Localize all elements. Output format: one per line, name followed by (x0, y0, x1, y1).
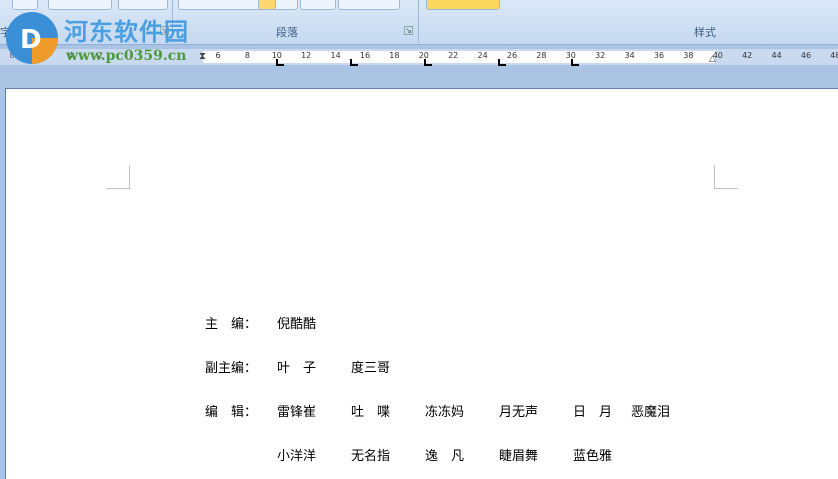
styles-group-label: 样式 (694, 26, 716, 39)
tab-stop-icon[interactable] (424, 59, 432, 66)
watermark-logo: D (0, 8, 64, 76)
contributor-name: 恶魔泪 (631, 405, 671, 420)
paragraph-dialog-launcher-icon[interactable]: ↘ (404, 26, 413, 35)
ruler-number: 48 (830, 51, 838, 60)
ruler-number: 22 (448, 51, 459, 60)
ruler-number: 36 (653, 51, 665, 60)
role-label: 主 编： (205, 317, 258, 332)
line-spacing-button[interactable] (300, 0, 336, 10)
ruler-number: 18 (389, 51, 400, 60)
contributor-name: 无名指 (351, 449, 391, 464)
indent-marker-icon[interactable]: ⧗ (199, 49, 207, 65)
ruler-number: 46 (800, 51, 812, 60)
watermark-url: www.pc0359.cn (66, 48, 187, 64)
ruler-number: 32 (595, 51, 606, 60)
paragraph-group: 段落 ↘ (172, 0, 419, 43)
shading-border-button[interactable] (338, 0, 400, 10)
ruler-number: 28 (536, 51, 547, 60)
role-label: 编 辑： (205, 405, 258, 420)
tab-stop-icon[interactable] (498, 59, 506, 66)
svg-text:D: D (20, 25, 42, 55)
ruler-number: 26 (506, 51, 518, 60)
ruler-number: 34 (624, 51, 635, 60)
ruler-number: 16 (359, 51, 371, 60)
contributor-name: 逸 凡 (425, 449, 465, 464)
contributor-name: 日 月 (573, 405, 613, 420)
font-effects-button[interactable] (118, 0, 168, 10)
contributor-name: 小洋洋 (277, 449, 317, 464)
contributor-name: 度三哥 (351, 361, 391, 376)
justify-button[interactable] (258, 0, 276, 10)
tab-stop-icon[interactable] (571, 59, 579, 66)
ruler-number: 14 (330, 51, 341, 60)
ruler-number: 8 (244, 51, 250, 60)
contributor-name: 吐 喋 (351, 405, 391, 420)
watermark-title: 河东软件园 (64, 18, 189, 46)
ruler-number: 44 (771, 51, 782, 60)
ruler-number: 42 (742, 51, 753, 60)
tab-stop-icon[interactable] (350, 59, 358, 66)
ruler-number: 6 (215, 51, 221, 60)
role-label: 副主编： (205, 361, 258, 376)
ruler-number: 24 (477, 51, 488, 60)
tab-stop-icon[interactable] (276, 59, 284, 66)
margin-corner-mark-left (106, 165, 130, 189)
contributor-name: 睫眉舞 (499, 449, 539, 464)
contributor-name: 雷锋崔 (277, 405, 317, 420)
contributor-name: 倪酷酷 (277, 317, 317, 332)
alignment-buttons[interactable] (178, 0, 298, 10)
contributor-name: 月无声 (499, 405, 539, 420)
style-normal-button[interactable] (426, 0, 500, 10)
contributor-name: 冻冻妈 (425, 405, 465, 420)
contributor-name: 叶 子 (277, 361, 317, 376)
styles-group: 样式 (420, 0, 838, 43)
ruler-number: 12 (301, 51, 312, 60)
document-page[interactable]: 主 编： 倪酷酷副主编： 叶 子 度三哥编 辑： 雷锋崔 吐 喋 冻冻妈 月无声 日 月 恶魔泪小… (5, 88, 838, 479)
margin-corner-mark-right (714, 165, 738, 189)
right-indent-marker-icon[interactable]: △ (709, 54, 716, 64)
logo-icon: D (6, 12, 58, 64)
contributor-name: 蓝色雅 (573, 449, 613, 464)
ruler-number: 38 (683, 51, 694, 60)
paragraph-group-label: 段落 (276, 26, 298, 39)
